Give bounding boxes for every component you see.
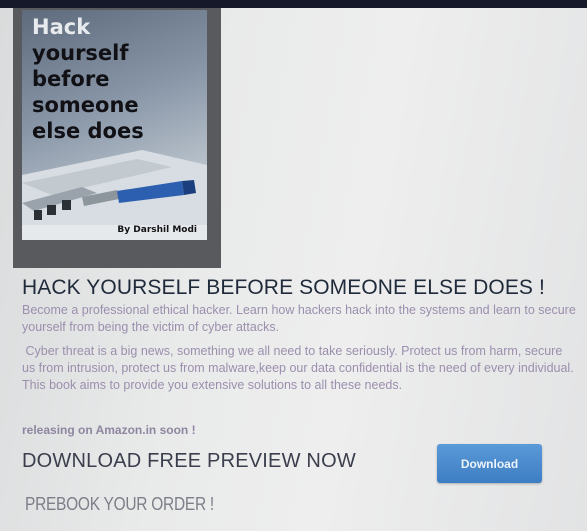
prebook-order-link[interactable]: PREBOOK YOUR ORDER ! bbox=[25, 494, 214, 515]
cover-title-first-word: Hack bbox=[32, 15, 91, 39]
download-button[interactable]: Download bbox=[437, 444, 542, 483]
page-headline: HACK YOURSELF BEFORE SOMEONE ELSE DOES ! bbox=[22, 276, 545, 299]
book-cover-image: Hack yourself before someone else does B… bbox=[22, 10, 207, 240]
cover-author: By Darshil Modi bbox=[117, 225, 197, 235]
description-paragraph: Cyber threat is a big news, something we… bbox=[22, 343, 577, 394]
cover-title-rest: yourself before someone else does bbox=[32, 41, 144, 143]
monitor-bezel bbox=[0, 0, 587, 8]
download-preview-heading: DOWNLOAD FREE PREVIEW NOW bbox=[22, 450, 356, 472]
page-screen: Hack yourself before someone else does B… bbox=[0, 0, 587, 531]
intro-paragraph: Become a professional ethical hacker. Le… bbox=[22, 303, 576, 334]
release-note: releasing on Amazon.in soon ! bbox=[22, 423, 196, 437]
cover-title: Hack yourself before someone else does bbox=[32, 14, 207, 144]
description-text: Cyber threat is a big news, something we… bbox=[22, 344, 574, 392]
